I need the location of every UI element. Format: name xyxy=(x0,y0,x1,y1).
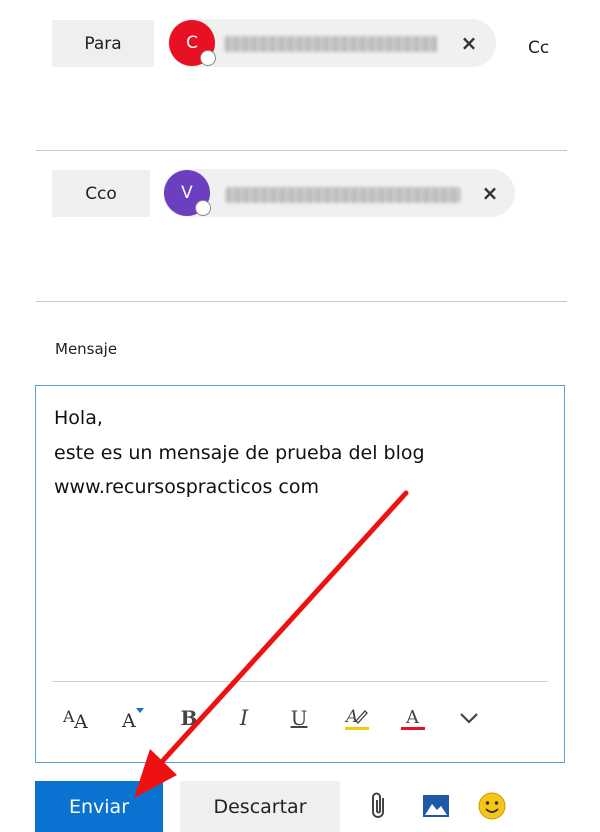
svg-text:A: A xyxy=(73,711,88,731)
bcc-recipient-chip[interactable]: V × xyxy=(163,169,515,217)
message-body-line: Hola, xyxy=(54,407,103,429)
grow-font-icon[interactable]: A xyxy=(116,701,150,735)
message-label: Mensaje xyxy=(55,340,118,358)
bcc-recipient-initial: V xyxy=(181,183,193,203)
insert-picture-icon[interactable] xyxy=(420,790,452,822)
svg-text:A: A xyxy=(121,710,136,731)
bold-icon[interactable]: B xyxy=(172,701,206,735)
svg-text:A: A xyxy=(405,707,420,728)
underline-icon[interactable]: U xyxy=(282,701,316,735)
bcc-field-label: Cco xyxy=(85,183,117,204)
presence-status-icon xyxy=(200,50,216,66)
emoji-smiley-icon[interactable] xyxy=(476,790,508,822)
font-size-icon[interactable]: A A xyxy=(61,701,95,735)
more-options-chevron-down-icon[interactable] xyxy=(452,701,486,735)
to-recipient-chip[interactable]: C × xyxy=(168,19,496,67)
to-field-label: Para xyxy=(84,33,122,54)
message-body-line: este es un mensaje de prueba del blog xyxy=(54,442,425,464)
to-field-button[interactable]: Para xyxy=(52,20,154,67)
message-body-editor[interactable]: Hola, este es un mensaje de prueba del b… xyxy=(35,385,565,763)
toolbar-divider xyxy=(52,681,548,682)
bcc-remove-recipient-icon[interactable]: × xyxy=(479,181,501,205)
to-remove-recipient-icon[interactable]: × xyxy=(458,31,480,55)
send-button[interactable]: Enviar xyxy=(35,781,163,832)
cc-toggle-link[interactable]: Cc xyxy=(528,38,549,58)
italic-icon[interactable]: I xyxy=(227,701,261,735)
bcc-recipient-address-redacted xyxy=(225,187,461,203)
message-body-line: www.recursospracticos com xyxy=(54,476,319,498)
highlight-icon[interactable]: A xyxy=(340,701,374,735)
divider-bcc xyxy=(36,301,567,302)
discard-button[interactable]: Descartar xyxy=(180,781,340,832)
to-recipient-initial: C xyxy=(186,33,198,53)
to-recipient-address-redacted xyxy=(224,36,438,52)
paperclip-icon[interactable] xyxy=(363,790,395,822)
font-color-icon[interactable]: A xyxy=(396,701,430,735)
bcc-field-button[interactable]: Cco xyxy=(52,170,150,217)
svg-text:A: A xyxy=(344,707,358,727)
presence-status-icon xyxy=(195,200,211,216)
divider-to xyxy=(36,150,567,151)
